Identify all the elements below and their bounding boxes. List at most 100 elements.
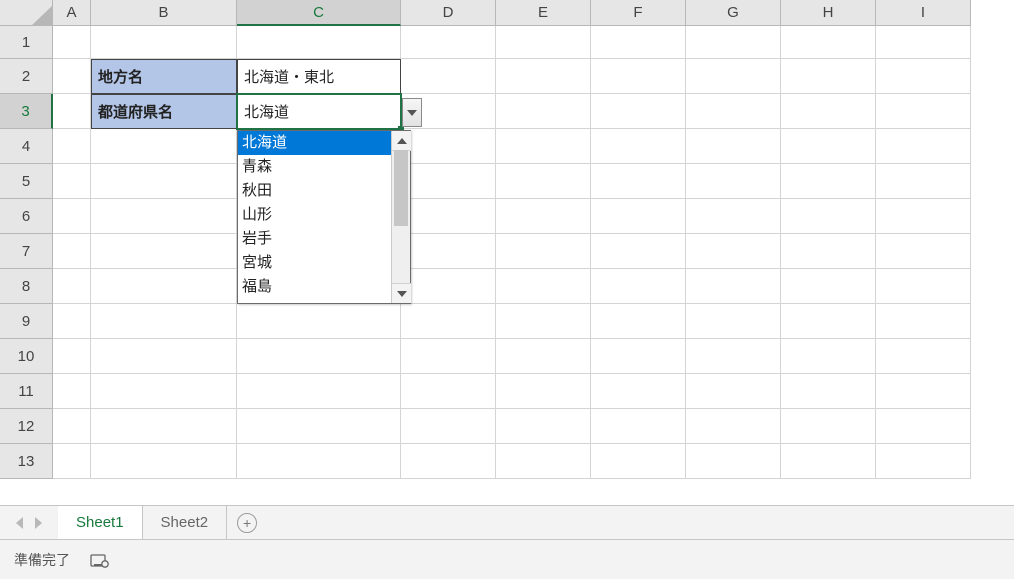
cell-I2[interactable] bbox=[876, 59, 971, 94]
cell-H6[interactable] bbox=[781, 199, 876, 234]
cell-G13[interactable] bbox=[686, 444, 781, 479]
cell-D10[interactable] bbox=[401, 339, 496, 374]
cell-A9[interactable] bbox=[53, 304, 91, 339]
cell-F6[interactable] bbox=[591, 199, 686, 234]
row-header-5[interactable]: 5 bbox=[0, 164, 53, 199]
select-all-corner[interactable] bbox=[0, 0, 53, 26]
cell-I8[interactable] bbox=[876, 269, 971, 304]
cell-B3-label[interactable]: 都道府県名 bbox=[91, 94, 237, 129]
column-header-B[interactable]: B bbox=[91, 0, 237, 26]
cell-I7[interactable] bbox=[876, 234, 971, 269]
scroll-up-button[interactable] bbox=[392, 131, 411, 151]
cell-H10[interactable] bbox=[781, 339, 876, 374]
cell-E12[interactable] bbox=[496, 409, 591, 444]
row-header-4[interactable]: 4 bbox=[0, 129, 53, 164]
column-header-H[interactable]: H bbox=[781, 0, 876, 26]
cell-C1[interactable] bbox=[237, 26, 401, 59]
cell-H5[interactable] bbox=[781, 164, 876, 199]
data-validation-dropdown-list[interactable]: 北海道青森秋田山形岩手宮城福島 bbox=[237, 130, 411, 304]
cell-E11[interactable] bbox=[496, 374, 591, 409]
cell-I11[interactable] bbox=[876, 374, 971, 409]
row-header-11[interactable]: 11 bbox=[0, 374, 53, 409]
column-header-A[interactable]: A bbox=[53, 0, 91, 26]
cell-C3-value[interactable]: 北海道 bbox=[237, 94, 401, 129]
dropdown-item[interactable]: 秋田 bbox=[238, 179, 391, 203]
cell-B13[interactable] bbox=[91, 444, 237, 479]
cell-H3[interactable] bbox=[781, 94, 876, 129]
row-header-8[interactable]: 8 bbox=[0, 269, 53, 304]
cell-A7[interactable] bbox=[53, 234, 91, 269]
row-header-13[interactable]: 13 bbox=[0, 444, 53, 479]
cell-C12[interactable] bbox=[237, 409, 401, 444]
cell-G12[interactable] bbox=[686, 409, 781, 444]
cell-H9[interactable] bbox=[781, 304, 876, 339]
cell-I10[interactable] bbox=[876, 339, 971, 374]
cell-C13[interactable] bbox=[237, 444, 401, 479]
cell-F5[interactable] bbox=[591, 164, 686, 199]
column-header-D[interactable]: D bbox=[401, 0, 496, 26]
cell-D2[interactable] bbox=[401, 59, 496, 94]
cell-H2[interactable] bbox=[781, 59, 876, 94]
cell-E3[interactable] bbox=[496, 94, 591, 129]
scroll-down-button[interactable] bbox=[392, 283, 411, 303]
dropdown-item[interactable]: 岩手 bbox=[238, 227, 391, 251]
cell-H1[interactable] bbox=[781, 26, 876, 59]
cell-I9[interactable] bbox=[876, 304, 971, 339]
cell-I12[interactable] bbox=[876, 409, 971, 444]
cell-E13[interactable] bbox=[496, 444, 591, 479]
cell-I6[interactable] bbox=[876, 199, 971, 234]
cell-D5[interactable] bbox=[401, 164, 496, 199]
cell-E9[interactable] bbox=[496, 304, 591, 339]
dropdown-scrollbar[interactable] bbox=[391, 131, 410, 303]
cell-I13[interactable] bbox=[876, 444, 971, 479]
dropdown-item[interactable]: 宮城 bbox=[238, 251, 391, 275]
cell-G9[interactable] bbox=[686, 304, 781, 339]
cell-F11[interactable] bbox=[591, 374, 686, 409]
cell-G2[interactable] bbox=[686, 59, 781, 94]
cell-E5[interactable] bbox=[496, 164, 591, 199]
cell-G11[interactable] bbox=[686, 374, 781, 409]
cell-G6[interactable] bbox=[686, 199, 781, 234]
cell-I5[interactable] bbox=[876, 164, 971, 199]
cell-D7[interactable] bbox=[401, 234, 496, 269]
cell-G5[interactable] bbox=[686, 164, 781, 199]
column-header-E[interactable]: E bbox=[496, 0, 591, 26]
cell-H8[interactable] bbox=[781, 269, 876, 304]
cell-F8[interactable] bbox=[591, 269, 686, 304]
scrollbar-thumb[interactable] bbox=[394, 150, 408, 226]
cell-F7[interactable] bbox=[591, 234, 686, 269]
cell-E6[interactable] bbox=[496, 199, 591, 234]
cell-H13[interactable] bbox=[781, 444, 876, 479]
cell-E8[interactable] bbox=[496, 269, 591, 304]
cell-C2-value[interactable]: 北海道・東北 bbox=[237, 59, 401, 94]
row-header-9[interactable]: 9 bbox=[0, 304, 53, 339]
column-header-C[interactable]: C bbox=[237, 0, 401, 26]
cell-A12[interactable] bbox=[53, 409, 91, 444]
cell-D9[interactable] bbox=[401, 304, 496, 339]
row-header-12[interactable]: 12 bbox=[0, 409, 53, 444]
sheet-tab[interactable]: Sheet2 bbox=[143, 506, 228, 539]
cell-G10[interactable] bbox=[686, 339, 781, 374]
cell-F2[interactable] bbox=[591, 59, 686, 94]
cell-B1[interactable] bbox=[91, 26, 237, 59]
cell-F3[interactable] bbox=[591, 94, 686, 129]
cell-F9[interactable] bbox=[591, 304, 686, 339]
cell-B12[interactable] bbox=[91, 409, 237, 444]
cell-F12[interactable] bbox=[591, 409, 686, 444]
sheet-tab[interactable]: Sheet1 bbox=[58, 505, 143, 539]
row-header-3[interactable]: 3 bbox=[0, 94, 53, 129]
row-header-1[interactable]: 1 bbox=[0, 26, 53, 59]
cell-E10[interactable] bbox=[496, 339, 591, 374]
cell-A6[interactable] bbox=[53, 199, 91, 234]
cell-G7[interactable] bbox=[686, 234, 781, 269]
cell-E2[interactable] bbox=[496, 59, 591, 94]
cell-H4[interactable] bbox=[781, 129, 876, 164]
cell-D13[interactable] bbox=[401, 444, 496, 479]
cell-I1[interactable] bbox=[876, 26, 971, 59]
cell-A13[interactable] bbox=[53, 444, 91, 479]
cell-D1[interactable] bbox=[401, 26, 496, 59]
macro-record-icon[interactable] bbox=[90, 552, 110, 568]
cell-H12[interactable] bbox=[781, 409, 876, 444]
cell-C10[interactable] bbox=[237, 339, 401, 374]
column-header-G[interactable]: G bbox=[686, 0, 781, 26]
